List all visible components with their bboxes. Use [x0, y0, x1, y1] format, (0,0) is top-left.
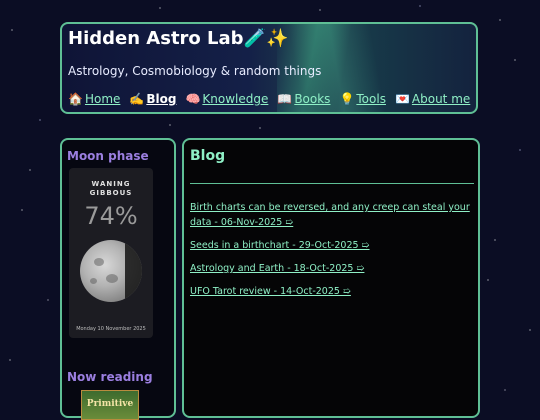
moon-phase-line1: WANING: [91, 180, 131, 188]
moon-image: [80, 240, 142, 302]
blog-post-link[interactable]: Seeds in a birthchart - 29-Oct-2025 ➯: [190, 238, 470, 253]
moon-phase-line2: GIBBOUS: [89, 189, 133, 197]
site-title-text: Hidden Astro Lab: [68, 28, 244, 49]
site-tagline: Astrology, Cosmobiology & random things: [68, 64, 322, 78]
blog-post-link[interactable]: Birth charts can be reversed, and any cr…: [190, 200, 470, 230]
flask-sparkle-icon: 🧪✨: [243, 28, 289, 49]
nav-blog[interactable]: ✍️ Blog: [129, 92, 176, 106]
nav-label: Books: [294, 92, 331, 106]
main-content: Blog Birth charts can be reversed, and a…: [182, 138, 480, 418]
nav-label: Home: [84, 92, 121, 106]
house-icon: 🏠: [68, 92, 83, 106]
moon-phase-name: WANING GIBBOUS: [69, 180, 153, 198]
sidebar: Moon phase WANING GIBBOUS 74% Monday 10 …: [60, 138, 176, 420]
moon-date: Monday 10 November 2025: [76, 326, 146, 332]
now-reading-heading: Now reading: [67, 370, 153, 384]
moon-phase-widget: WANING GIBBOUS 74% Monday 10 November 20…: [69, 168, 153, 338]
main-nav: 🏠 Home ✍️ Blog 🧠 Knowledge 📖 Books 💡 Tools 💌 A…: [68, 92, 470, 106]
nav-about[interactable]: 💌 About me: [395, 92, 470, 106]
nav-label: Tools: [356, 92, 386, 106]
blog-post-link[interactable]: UFO Tarot review - 14-Oct-2025 ➯: [190, 284, 470, 299]
writing-hand-icon: ✍️: [129, 92, 145, 106]
moon-shadow: [125, 240, 142, 302]
moon-crater: [106, 274, 118, 283]
blog-post-list: Birth charts can be reversed, and any cr…: [190, 200, 470, 307]
moon-crater: [94, 258, 104, 266]
book-cover-title: Primitive: [86, 399, 134, 409]
divider: [190, 183, 474, 184]
nav-books[interactable]: 📖 Books: [277, 92, 330, 106]
brain-icon: 🧠: [185, 92, 201, 106]
love-letter-icon: 💌: [394, 92, 410, 106]
site-title[interactable]: Hidden Astro Lab🧪✨: [68, 28, 288, 49]
nav-knowledge[interactable]: 🧠 Knowledge: [185, 92, 268, 106]
site-header: Hidden Astro Lab🧪✨ Astrology, Cosmobiolo…: [60, 22, 478, 114]
blog-post-link[interactable]: Astrology and Earth - 18-Oct-2025 ➯: [190, 261, 470, 276]
book-cover-image[interactable]: Primitive: [81, 390, 139, 420]
nav-label: Blog: [146, 92, 177, 106]
page-title: Blog: [190, 148, 226, 164]
nav-label: Knowledge: [202, 92, 269, 106]
moon-illumination: 74%: [84, 202, 138, 230]
lightbulb-icon: 💡: [339, 92, 355, 106]
nav-home[interactable]: 🏠 Home: [68, 92, 120, 106]
open-book-icon: 📖: [277, 92, 293, 106]
nav-tools[interactable]: 💡 Tools: [339, 92, 386, 106]
moon-phase-heading: Moon phase: [67, 149, 149, 163]
nav-label: About me: [411, 92, 471, 106]
moon-crater: [90, 278, 97, 284]
